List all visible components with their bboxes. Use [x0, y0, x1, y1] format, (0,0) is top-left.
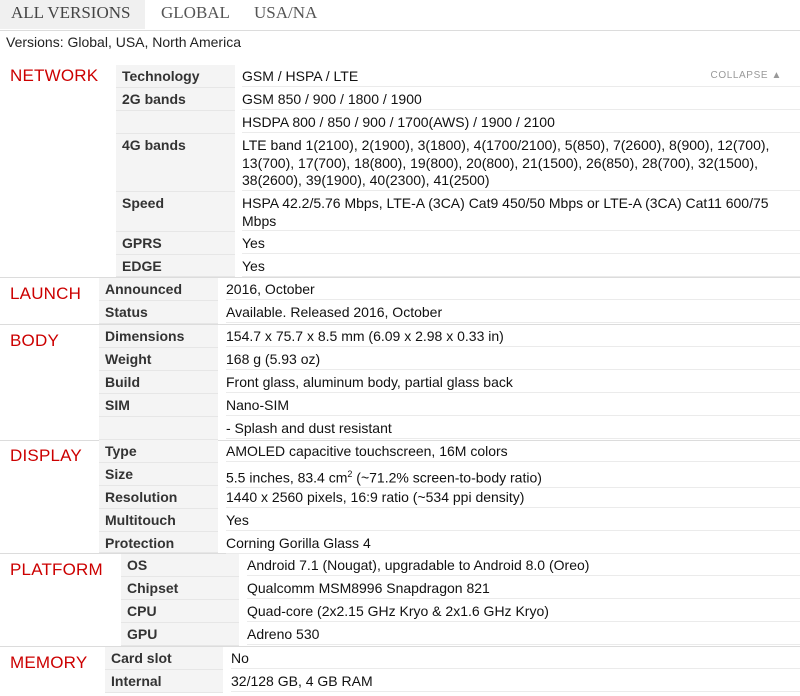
spec-row: Size 5.5 inches, 83.4 cm2 (~71.2% screen…	[0, 463, 800, 489]
section-platform: PLATFORM OS Android 7.1 (Nougat), upgrad…	[0, 554, 800, 647]
spec-row: Internal 32/128 GB, 4 GB RAM	[0, 670, 800, 693]
version-tabs: ALL VERSIONS GLOBAL USA/NA	[0, 0, 800, 31]
spec-label: CPU	[121, 600, 239, 623]
spec-value: 2016, October	[226, 278, 800, 300]
spec-label: Type	[99, 440, 218, 463]
spec-label: Internal	[105, 670, 223, 693]
spec-label: GPRS	[116, 232, 235, 255]
spec-row: Announced 2016, October	[0, 278, 800, 301]
spec-label: Protection	[99, 532, 218, 553]
spec-value: Qualcomm MSM8996 Snapdragon 821	[247, 577, 800, 599]
section-memory: MEMORY Card slot No Internal 32/128 GB, …	[0, 647, 800, 696]
spec-row: 4G bands LTE band 1(2100), 2(1900), 3(18…	[0, 134, 800, 192]
versions-line: Versions: Global, USA, North America	[6, 34, 241, 50]
spec-label: 4G bands	[116, 134, 235, 192]
collapse-button[interactable]: COLLAPSE ▲	[711, 70, 782, 81]
section-body: BODY Dimensions 154.7 x 75.7 x 8.5 mm (6…	[0, 325, 800, 441]
spec-row: Dimensions 154.7 x 75.7 x 8.5 mm (6.09 x…	[0, 325, 800, 348]
spec-label: Dimensions	[99, 325, 218, 348]
spec-label	[99, 417, 218, 440]
spec-value: 1440 x 2560 pixels, 16:9 ratio (~534 ppi…	[226, 486, 800, 508]
spec-row: 2G bands GSM 850 / 900 / 1800 / 1900	[0, 88, 800, 111]
spec-value: AMOLED capacitive touchscreen, 16M color…	[226, 440, 800, 462]
spec-label: EDGE	[116, 255, 235, 277]
spec-row: Technology GSM / HSPA / LTE	[0, 65, 800, 88]
spec-label: Resolution	[99, 486, 218, 509]
spec-value: - Splash and dust resistant	[226, 417, 800, 439]
spec-value: Corning Gorilla Glass 4	[226, 532, 800, 554]
spec-row: CPU Quad-core (2x2.15 GHz Kryo & 2x1.6 G…	[0, 600, 800, 623]
spec-label	[116, 111, 235, 134]
section-network: NETWORK Technology GSM / HSPA / LTE 2G b…	[0, 60, 800, 278]
spec-label: Card slot	[105, 647, 223, 670]
spec-label: Multitouch	[99, 509, 218, 532]
tab-all-versions[interactable]: ALL VERSIONS	[0, 0, 145, 29]
spec-label: OS	[121, 554, 239, 577]
spec-value: No	[231, 647, 800, 669]
spec-row: Resolution 1440 x 2560 pixels, 16:9 rati…	[0, 486, 800, 509]
spec-value: 168 g (5.93 oz)	[226, 348, 800, 370]
spec-value: Available. Released 2016, October	[226, 301, 800, 323]
spec-value: Nano-SIM	[226, 394, 800, 416]
spec-row: EDGE Yes	[0, 255, 800, 277]
spec-row: - Splash and dust resistant	[0, 417, 800, 440]
spec-row: Status Available. Released 2016, October	[0, 301, 800, 324]
spec-row: Multitouch Yes	[0, 509, 800, 532]
spec-value: 154.7 x 75.7 x 8.5 mm (6.09 x 2.98 x 0.3…	[226, 325, 800, 347]
spec-row: Speed HSPA 42.2/5.76 Mbps, LTE-A (3CA) C…	[0, 192, 800, 232]
spec-row: OS Android 7.1 (Nougat), upgradable to A…	[0, 554, 800, 577]
spec-label: Chipset	[121, 577, 239, 600]
section-launch: LAUNCH Announced 2016, October Status Av…	[0, 278, 800, 325]
spec-value: Yes	[226, 509, 800, 531]
spec-value: HSPA 42.2/5.76 Mbps, LTE-A (3CA) Cat9 45…	[242, 192, 800, 231]
spec-value: Yes	[242, 255, 800, 277]
spec-label: Build	[99, 371, 218, 394]
spec-row: Weight 168 g (5.93 oz)	[0, 348, 800, 371]
spec-value: LTE band 1(2100), 2(1900), 3(1800), 4(17…	[242, 134, 800, 191]
tab-global[interactable]: GLOBAL	[161, 0, 230, 29]
spec-value: Adreno 530	[247, 623, 800, 645]
spec-row: Type AMOLED capacitive touchscreen, 16M …	[0, 440, 800, 463]
spec-value: Quad-core (2x2.15 GHz Kryo & 2x1.6 GHz K…	[247, 600, 800, 622]
spec-label: Weight	[99, 348, 218, 371]
spec-row: SIM Nano-SIM	[0, 394, 800, 417]
spec-row: HSDPA 800 / 850 / 900 / 1700(AWS) / 1900…	[0, 111, 800, 134]
spec-value: 32/128 GB, 4 GB RAM	[231, 670, 800, 692]
spec-row: Chipset Qualcomm MSM8996 Snapdragon 821	[0, 577, 800, 600]
spec-row: GPU Adreno 530	[0, 623, 800, 646]
spec-value: HSDPA 800 / 850 / 900 / 1700(AWS) / 1900…	[242, 111, 800, 133]
spec-label: 2G bands	[116, 88, 235, 111]
spec-label: Technology	[116, 65, 235, 88]
spec-value: GSM 850 / 900 / 1800 / 1900	[242, 88, 800, 110]
spec-label: SIM	[99, 394, 218, 417]
spec-label: Status	[99, 301, 218, 324]
spec-row: GPRS Yes	[0, 232, 800, 255]
size-value-ratio: (~71.2% screen-to-body ratio)	[352, 469, 542, 486]
spec-row: Card slot No	[0, 647, 800, 670]
spec-label: GPU	[121, 623, 239, 646]
spec-label: Size	[99, 463, 218, 486]
spec-value: 5.5 inches, 83.4 cm2 (~71.2% screen-to-b…	[226, 463, 800, 489]
spec-label: Speed	[116, 192, 235, 232]
section-display: DISPLAY Type AMOLED capacitive touchscre…	[0, 440, 800, 554]
tab-usa-na[interactable]: USA/NA	[254, 0, 317, 29]
spec-row: Protection Corning Gorilla Glass 4	[0, 532, 800, 554]
spec-value: Android 7.1 (Nougat), upgradable to Andr…	[247, 554, 800, 576]
spec-value: Front glass, aluminum body, partial glas…	[226, 371, 800, 393]
spec-value: Yes	[242, 232, 800, 254]
size-value-main: 5.5 inches, 83.4 cm	[226, 469, 348, 486]
spec-row: Build Front glass, aluminum body, partia…	[0, 371, 800, 394]
spec-label: Announced	[99, 278, 218, 301]
